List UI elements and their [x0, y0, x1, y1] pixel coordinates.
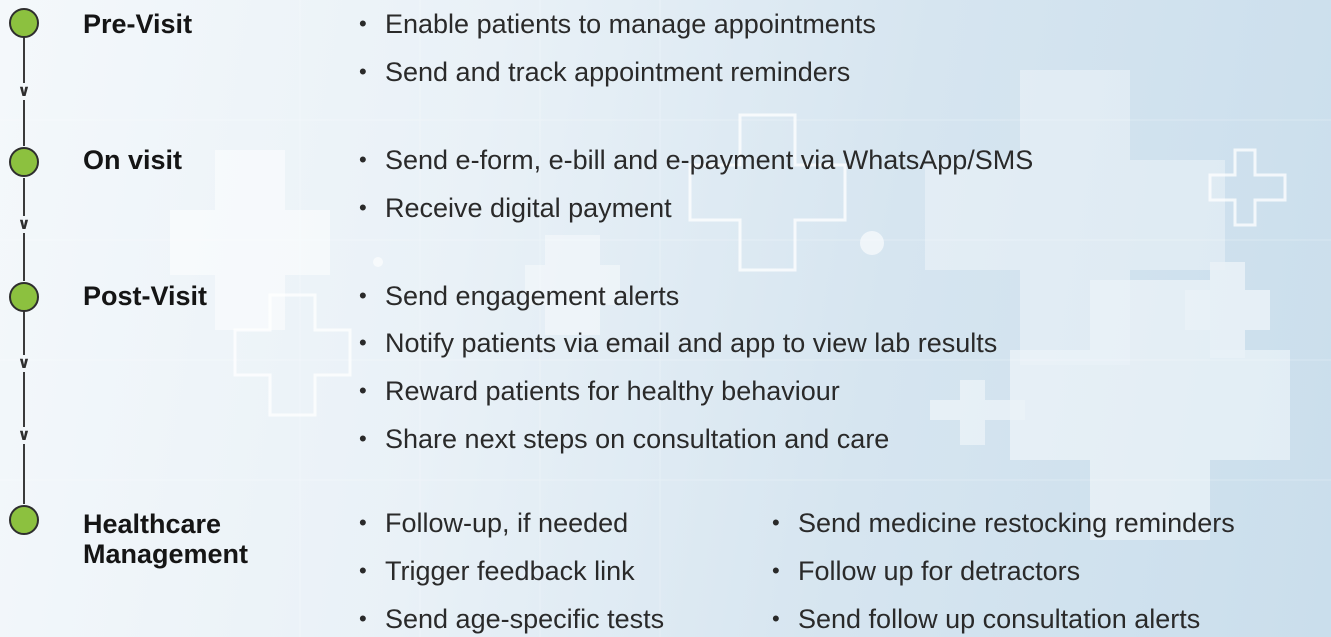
list-item: Send age-specific tests — [359, 603, 664, 635]
stage-title: On visit — [83, 145, 183, 175]
list-item: Send follow up consultation alerts — [772, 603, 1200, 635]
list-item: Follow-up, if needed — [359, 507, 628, 539]
list-item: Receive digital payment — [359, 192, 672, 224]
list-item: Enable patients to manage appointments — [359, 8, 876, 40]
list-item: Notify patients via email and app to vie… — [359, 327, 997, 359]
timeline-line — [23, 100, 25, 146]
timeline-line — [23, 311, 25, 355]
circle-node-icon — [9, 8, 39, 38]
stage-timeline: ∨ ∨ ∨ ∨ — [0, 0, 60, 637]
timeline-line — [23, 178, 25, 216]
chevron-down-icon: ∨ — [17, 214, 31, 233]
stage-title: Healthcare Management — [83, 509, 249, 569]
list-item: Send engagement alerts — [359, 280, 679, 312]
list-item: Follow up for detractors — [772, 555, 1080, 587]
list-item: Send e-form, e-bill and e-payment via Wh… — [359, 144, 1033, 176]
timeline-line — [23, 233, 25, 281]
chevron-down-icon: ∨ — [17, 81, 31, 100]
list-item: Reward patients for healthy behaviour — [359, 375, 840, 407]
stage-title: Pre-Visit — [83, 9, 193, 39]
list-item: Send medicine restocking reminders — [772, 507, 1235, 539]
timeline-line — [23, 36, 25, 83]
chevron-down-icon: ∨ — [17, 425, 31, 444]
stage-title: Post-Visit — [83, 281, 208, 311]
list-item: Share next steps on consultation and car… — [359, 423, 889, 455]
circle-node-icon — [9, 282, 39, 312]
list-item: Trigger feedback link — [359, 555, 635, 587]
timeline-line — [23, 372, 25, 427]
list-item: Send and track appointment reminders — [359, 56, 850, 88]
circle-node-icon — [9, 147, 39, 177]
circle-node-icon — [9, 505, 39, 535]
chevron-down-icon: ∨ — [17, 353, 31, 372]
timeline-line — [23, 444, 25, 504]
